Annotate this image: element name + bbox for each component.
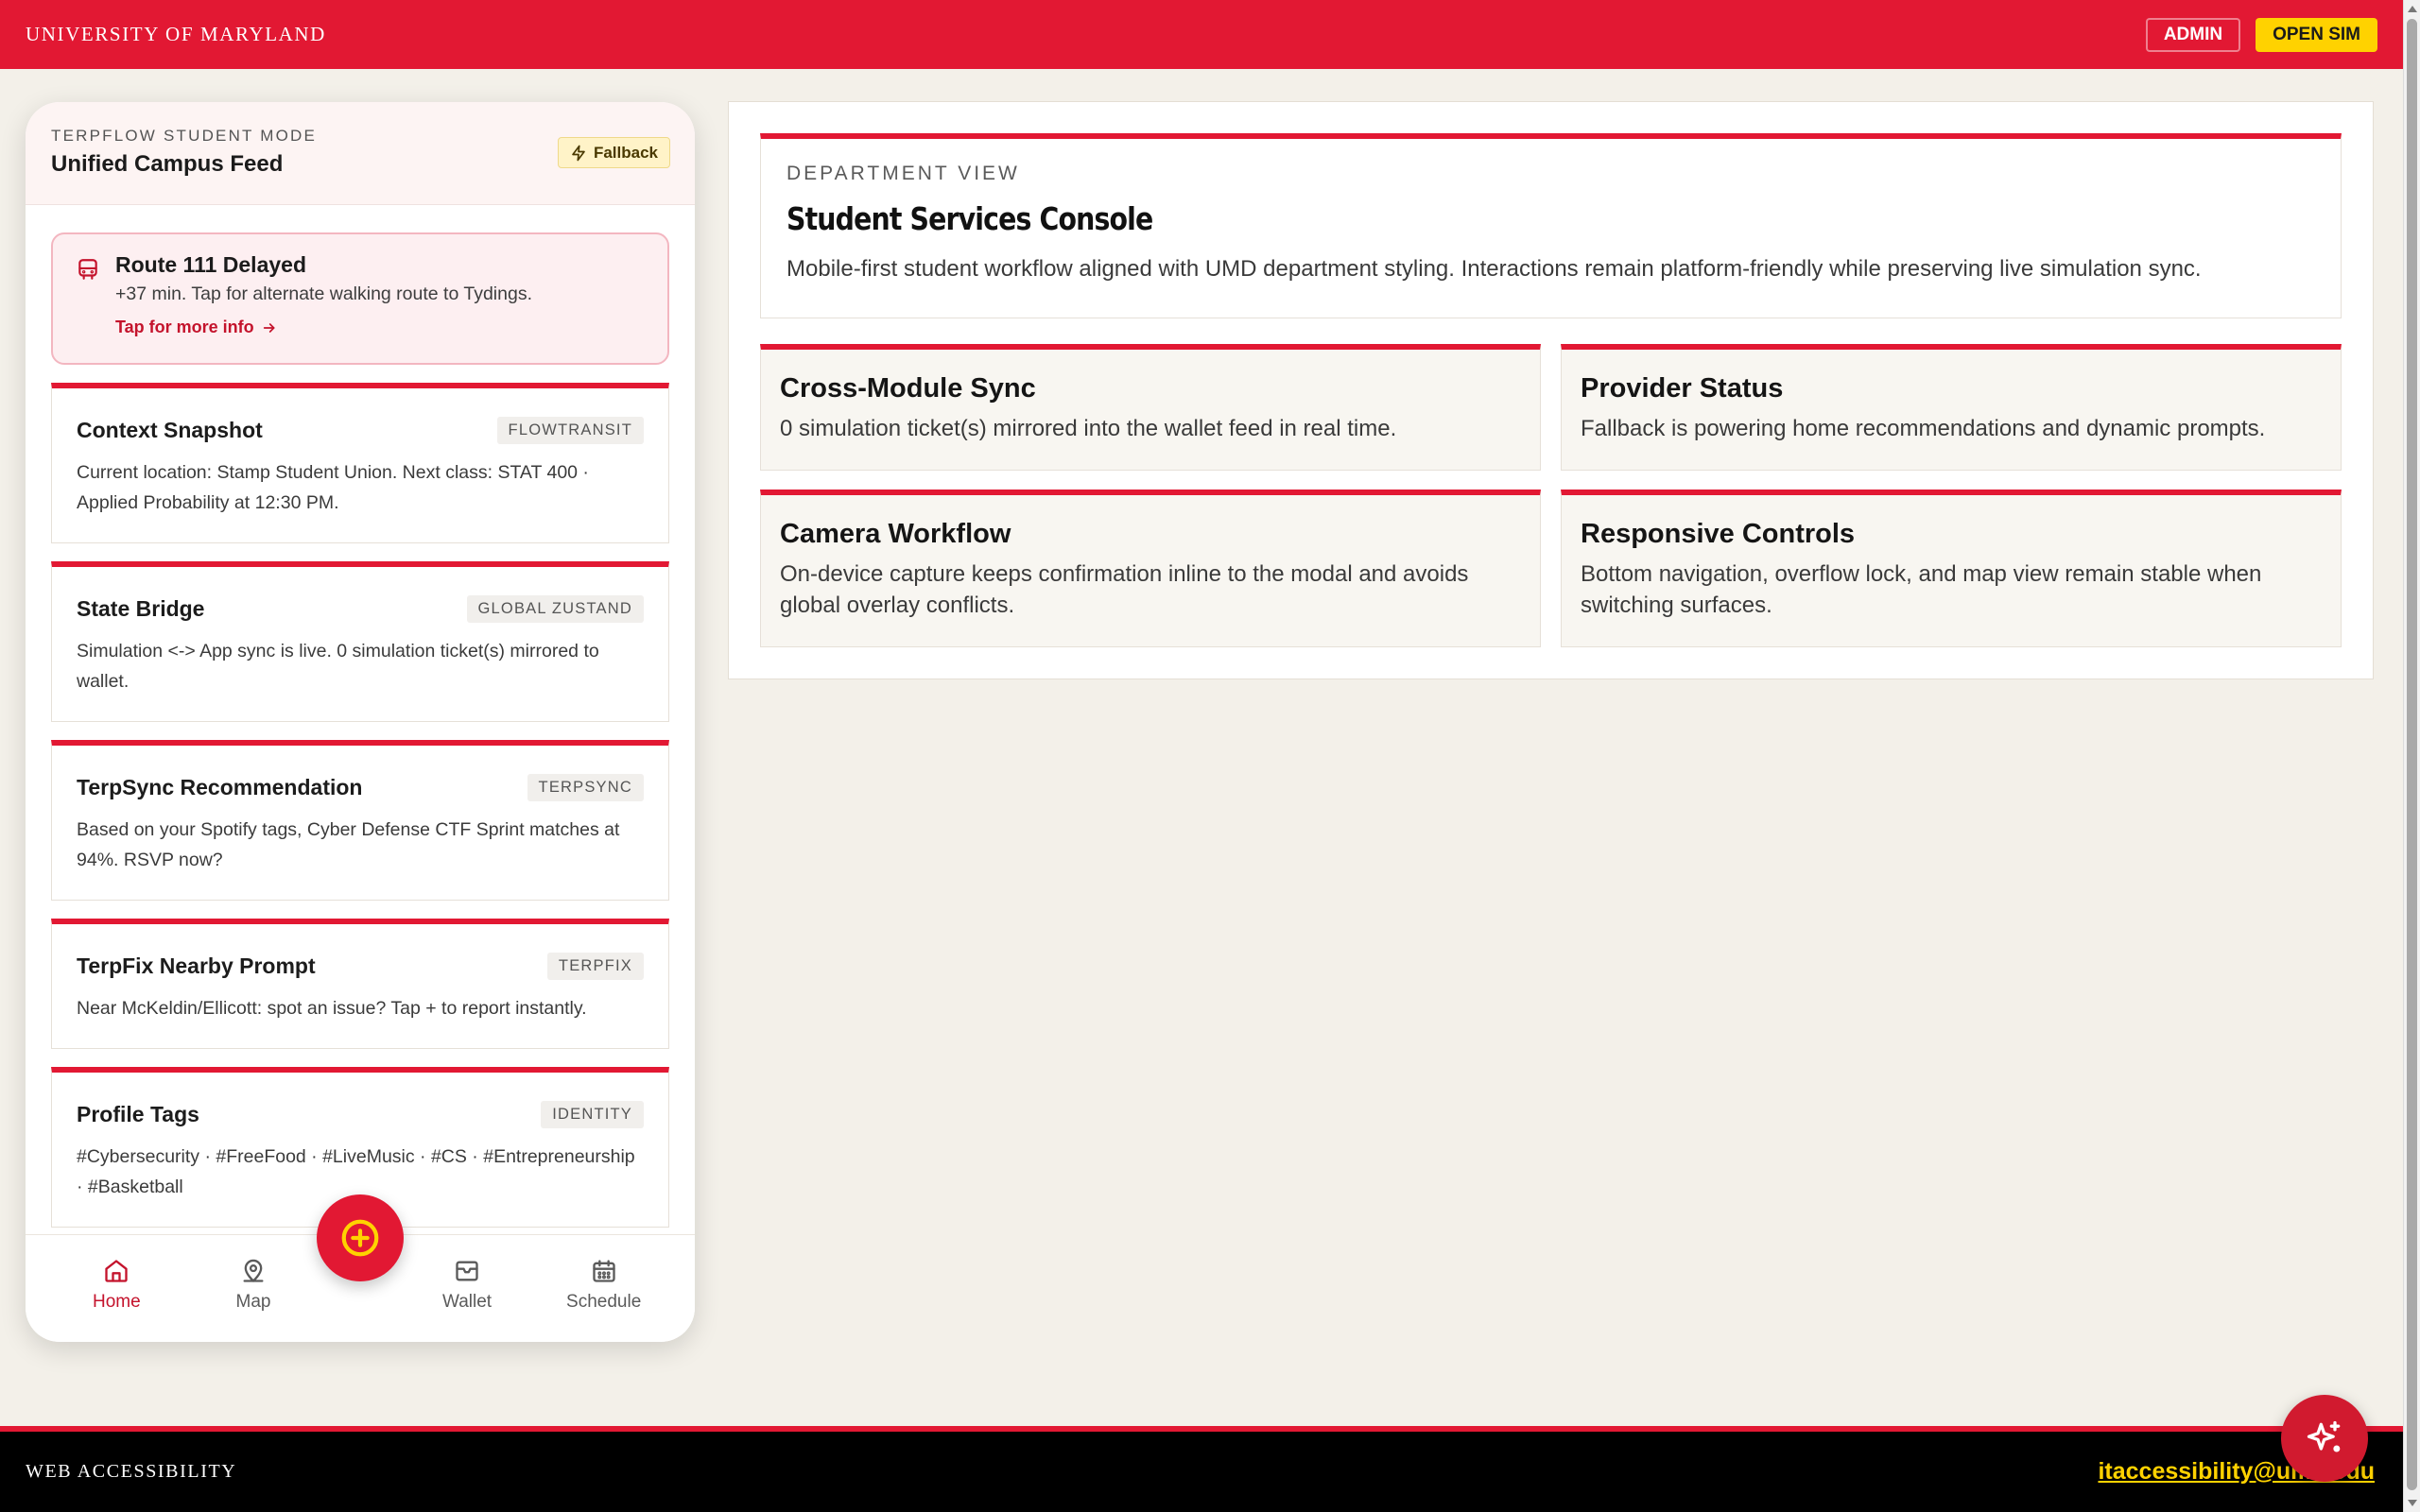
card-tag: FLOWTRANSIT: [496, 417, 644, 444]
open-sim-button[interactable]: OPEN SIM: [2256, 17, 2377, 52]
nav-home[interactable]: Home: [48, 1235, 185, 1342]
card-text: Near McKeldin/Ellicott: spot an issue? T…: [77, 998, 587, 1019]
terpsync-recommendation-card[interactable]: TerpSync Recommendation TERPSYNC Based o…: [51, 740, 669, 901]
card-tag: TERPSYNC: [527, 774, 644, 801]
console-title: Student Services Console: [786, 200, 1153, 237]
nav-schedule[interactable]: Schedule: [535, 1235, 672, 1342]
nav-home-label: Home: [92, 1292, 141, 1312]
tile-text: On-device capture keeps confirmation inl…: [780, 561, 1469, 618]
alert-link-label: Tap for more info: [115, 318, 254, 336]
tile-text: Fallback is powering home recommendation…: [1581, 416, 2266, 441]
department-view-label: DEPARTMENT VIEW: [786, 163, 1020, 184]
scrollbar-thumb[interactable]: [2407, 19, 2417, 1490]
scroll-up-arrow-icon[interactable]: [2408, 6, 2417, 12]
nav-map[interactable]: Map: [185, 1235, 322, 1342]
page-scrollbar[interactable]: [2403, 0, 2420, 1512]
card-title: TerpFix Nearby Prompt: [77, 954, 316, 978]
student-services-console: DEPARTMENT VIEW Student Services Console…: [728, 101, 2374, 679]
footer: WEB ACCESSIBILITY itaccessibility@umd.ed…: [0, 1432, 2403, 1512]
state-bridge-card[interactable]: State Bridge GLOBAL ZUSTAND Simulation <…: [51, 561, 669, 722]
student-phone-panel: TERPFLOW STUDENT MODE Unified Campus Fee…: [26, 102, 695, 1342]
admin-button[interactable]: ADMIN: [2145, 17, 2241, 52]
alert-text: +37 min. Tap for alternate walking route…: [115, 284, 532, 304]
nav-wallet-label: Wallet: [441, 1292, 493, 1312]
camera-workflow-tile: Camera Workflow On-device capture keeps …: [760, 490, 1541, 647]
card-text: Simulation <-> App sync is live. 0 simul…: [77, 641, 599, 692]
provider-badge-label: Fallback: [593, 143, 658, 162]
context-snapshot-card[interactable]: Context Snapshot FLOWTRANSIT Current loc…: [51, 383, 669, 543]
tile-title: Responsive Controls: [1581, 519, 1856, 549]
console-description: Mobile-first student workflow aligned wi…: [786, 256, 2202, 282]
alert-more-info-link[interactable]: Tap for more info: [115, 318, 645, 337]
card-tag: IDENTITY: [541, 1101, 644, 1128]
card-tag: GLOBAL ZUSTAND: [466, 595, 644, 623]
web-accessibility-label[interactable]: WEB ACCESSIBILITY: [26, 1461, 236, 1483]
alert-body: Route 111 Delayed +37 min. Tap for alter…: [115, 252, 645, 363]
card-text: Based on your Spotify tags, Cyber Defens…: [77, 819, 620, 870]
card-head: Context Snapshot FLOWTRANSIT: [77, 417, 644, 444]
responsive-controls-tile: Responsive Controls Bottom navigation, o…: [1561, 490, 2342, 647]
card-head: Profile Tags IDENTITY: [77, 1101, 644, 1128]
wallet-icon: [456, 1261, 478, 1281]
nav-map-label: Map: [235, 1292, 271, 1312]
card-title: Profile Tags: [77, 1102, 199, 1126]
sparkles-icon: [2307, 1420, 2341, 1452]
provider-status-tile: Provider Status Fallback is powering hom…: [1561, 344, 2342, 471]
card-text: #Cybersecurity · #FreeFood · #LiveMusic …: [77, 1146, 635, 1197]
department-view-card: DEPARTMENT VIEW Student Services Console…: [760, 133, 2342, 318]
lightning-icon: [572, 145, 585, 161]
tile-text: 0 simulation ticket(s) mirrored into the…: [780, 416, 1397, 441]
phone-header: TERPFLOW STUDENT MODE Unified Campus Fee…: [26, 102, 695, 205]
nav-schedule-label: Schedule: [566, 1292, 642, 1312]
tile-title: Camera Workflow: [780, 519, 1011, 549]
calendar-icon: [593, 1260, 615, 1282]
nav-wallet[interactable]: Wallet: [399, 1235, 536, 1342]
tile-text: Bottom navigation, overflow lock, and ma…: [1581, 561, 2262, 618]
home-icon: [105, 1260, 128, 1282]
card-head: TerpFix Nearby Prompt TERPFIX: [77, 953, 644, 980]
university-logo-text[interactable]: UNIVERSITY OF MARYLAND: [26, 23, 326, 46]
tile-title: Cross-Module Sync: [780, 373, 1036, 404]
card-title: TerpSync Recommendation: [77, 775, 363, 799]
card-title: State Bridge: [77, 596, 205, 621]
terpfix-prompt-card[interactable]: TerpFix Nearby Prompt TERPFIX Near McKel…: [51, 919, 669, 1049]
provider-badge[interactable]: Fallback: [557, 137, 670, 168]
card-title: Context Snapshot: [77, 418, 263, 442]
assistant-button[interactable]: [2281, 1395, 2368, 1482]
alert-title: Route 111 Delayed: [115, 252, 306, 277]
arrow-right-icon: [263, 322, 275, 333]
card-tag: TERPFIX: [546, 953, 644, 980]
scroll-down-arrow-icon[interactable]: [2408, 1500, 2417, 1506]
feature-grid: Cross-Module Sync 0 simulation ticket(s)…: [760, 344, 2342, 647]
top-bar: UNIVERSITY OF MARYLAND ADMIN OPEN SIM: [0, 0, 2403, 69]
top-actions: ADMIN OPEN SIM: [2145, 17, 2377, 52]
card-head: TerpSync Recommendation TERPSYNC: [77, 774, 644, 801]
campus-feed[interactable]: Route 111 Delayed +37 min. Tap for alter…: [51, 232, 669, 1334]
route-alert-card[interactable]: Route 111 Delayed +37 min. Tap for alter…: [51, 232, 669, 365]
report-add-button[interactable]: [317, 1194, 404, 1281]
cross-module-sync-tile: Cross-Module Sync 0 simulation ticket(s)…: [760, 344, 1541, 471]
bus-icon: [78, 259, 97, 280]
card-head: State Bridge GLOBAL ZUSTAND: [77, 595, 644, 623]
tile-title: Provider Status: [1581, 373, 1784, 404]
card-text: Current location: Stamp Student Union. N…: [77, 462, 589, 513]
plus-circle-icon: [341, 1219, 379, 1257]
map-pin-icon: [243, 1259, 264, 1282]
